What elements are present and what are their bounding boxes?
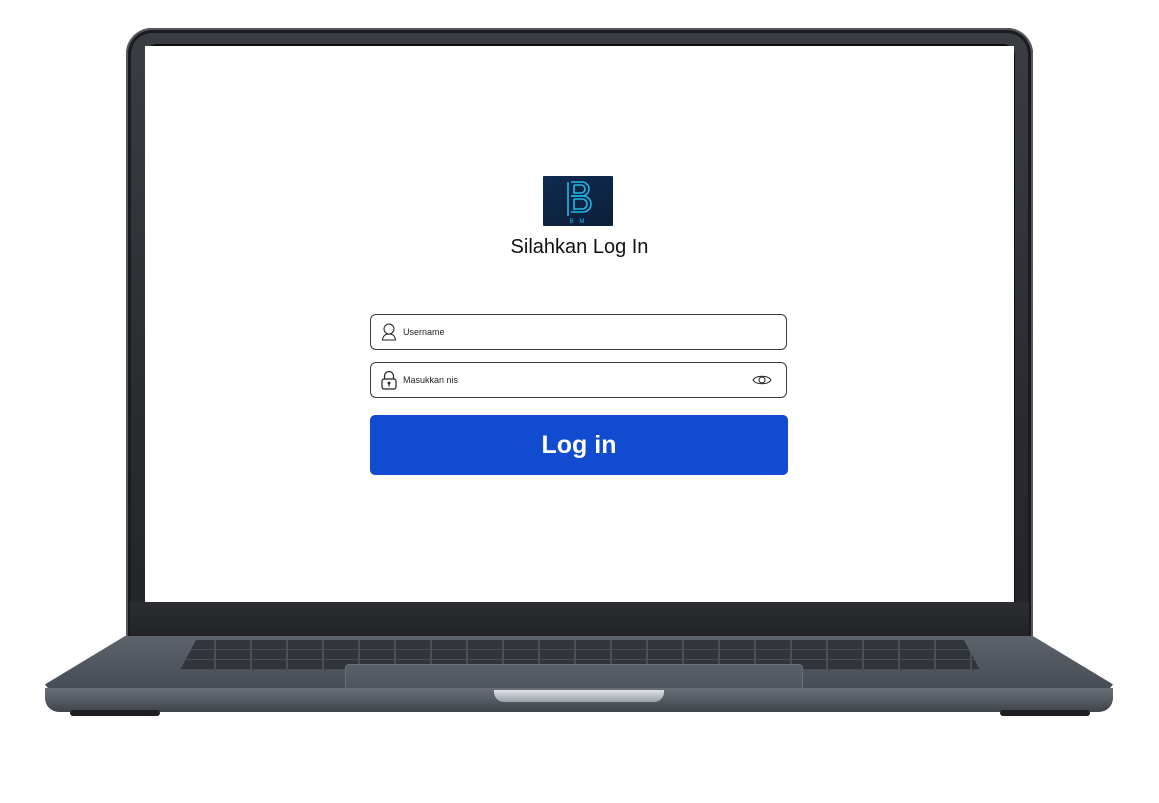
trackpad: [345, 664, 803, 691]
lock-icon: [381, 370, 399, 390]
laptop-foot: [70, 710, 160, 716]
password-field[interactable]: [370, 362, 787, 398]
brand-logo: B M: [543, 176, 613, 226]
username-field[interactable]: [370, 314, 787, 350]
bm-logo-mark: B M: [567, 181, 592, 225]
lid-notch: [494, 690, 664, 702]
screen: B M Silahkan Log In Username Log in: [145, 46, 1014, 602]
login-button[interactable]: Log in: [370, 415, 788, 475]
user-icon: [381, 322, 399, 342]
username-input[interactable]: [403, 327, 786, 337]
eye-icon[interactable]: [752, 372, 774, 388]
page-title: Silahkan Log In: [510, 236, 649, 258]
svg-text:B M: B M: [570, 219, 587, 225]
laptop-chin: [130, 602, 1029, 640]
laptop-foot: [1000, 710, 1090, 716]
password-input[interactable]: [403, 375, 752, 385]
